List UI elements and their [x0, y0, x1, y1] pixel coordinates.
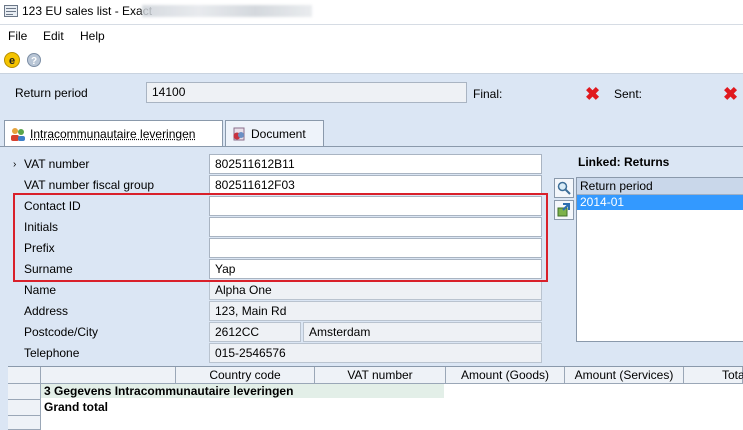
magnifier-icon	[557, 181, 571, 195]
menu-help[interactable]: Help	[80, 29, 105, 43]
sent-label: Sent:	[614, 87, 643, 101]
title-bar: 123 EU sales list - Exact	[0, 0, 743, 25]
grid-header-country[interactable]: Country code	[176, 367, 315, 384]
group-row-label[interactable]: 3 Gegevens Intracommunautaire leveringen	[44, 384, 293, 399]
zoom-linked-button[interactable]	[554, 178, 574, 198]
document-icon	[233, 127, 245, 141]
final-status-x-icon: ✖	[585, 84, 601, 104]
grid-corner	[8, 367, 41, 384]
lines-grid: Country code VAT number Amount (Goods) A…	[8, 366, 743, 430]
postcode-field: 2612CC	[209, 322, 301, 342]
linked-returns-list[interactable]: Return period 2014-01	[576, 177, 743, 342]
export-linked-button[interactable]	[554, 200, 574, 220]
tab-document[interactable]: Document	[225, 120, 324, 146]
vat-number-field[interactable]: 802511612B11	[209, 154, 542, 174]
name-field: Alpha One	[209, 280, 542, 300]
menu-file[interactable]: File	[8, 29, 27, 43]
linked-column-header[interactable]: Return period	[577, 178, 743, 195]
window-title: 123 EU sales list - Exact	[22, 4, 153, 18]
grid-header-total[interactable]: Total	[684, 367, 743, 384]
svg-text:e: e	[9, 55, 15, 67]
app-window-icon	[4, 5, 18, 17]
svg-text:?: ?	[31, 56, 37, 67]
final-label: Final:	[473, 87, 503, 101]
grid-header-blank	[41, 367, 176, 384]
postcode-city-label: Postcode/City	[24, 325, 99, 339]
name-label: Name	[24, 283, 57, 297]
exact-logo-icon[interactable]: e	[4, 52, 20, 68]
tab-intracommunautaire[interactable]: Intracommunautaire leveringen	[4, 120, 223, 147]
city-field: Amsterdam	[303, 322, 542, 342]
sent-status-x-icon: ✖	[723, 84, 739, 104]
blurred-text	[142, 5, 312, 17]
linked-returns-title: Linked: Returns	[578, 155, 670, 169]
tab-intracommunautaire-label: Intracommunautaire leveringen	[30, 127, 196, 141]
address-label: Address	[24, 304, 69, 318]
vat-fiscal-field[interactable]: 802511612F03	[209, 175, 542, 195]
export-icon	[557, 203, 570, 217]
row-header[interactable]	[8, 416, 41, 430]
tab-document-label: Document	[251, 127, 306, 141]
grid-header-services[interactable]: Amount (Services)	[565, 367, 684, 384]
toolbar: e ?	[0, 47, 743, 74]
telephone-field: 015-2546576	[209, 343, 542, 363]
people-icon	[11, 128, 25, 141]
grid-header-vat[interactable]: VAT number	[315, 367, 446, 384]
vat-number-label: VAT number	[24, 157, 90, 171]
grid-header-goods[interactable]: Amount (Goods)	[446, 367, 565, 384]
telephone-label: Telephone	[24, 346, 80, 360]
address-field: 123, Main Rd	[209, 301, 542, 321]
row-pointer-icon: ›	[13, 159, 17, 170]
return-period-label: Return period	[15, 86, 88, 100]
linked-row[interactable]: 2014-01	[577, 195, 743, 210]
menu-edit[interactable]: Edit	[43, 29, 64, 43]
row-header[interactable]	[8, 400, 41, 416]
return-period-field[interactable]: 14100	[146, 82, 467, 103]
grand-total-label: Grand total	[44, 400, 109, 414]
help-icon[interactable]: ?	[27, 53, 41, 67]
row-header[interactable]	[8, 384, 41, 400]
menu-bar: File Edit Help	[0, 25, 743, 47]
highlight-box	[13, 193, 548, 282]
vat-fiscal-label: VAT number fiscal group	[24, 178, 155, 192]
